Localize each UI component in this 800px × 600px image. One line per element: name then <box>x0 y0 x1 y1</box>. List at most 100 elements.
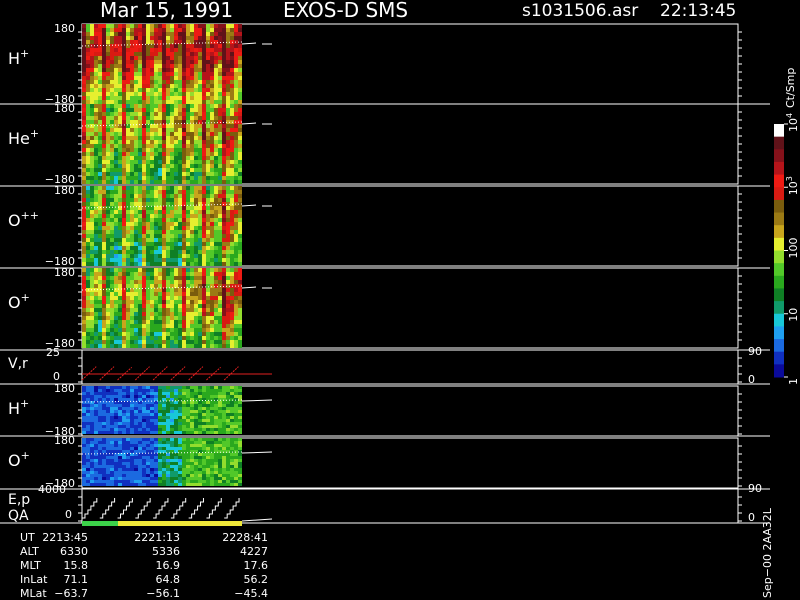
spectrogram-cell <box>122 332 126 336</box>
spectrogram-cell <box>222 344 226 348</box>
spectrogram-cell <box>186 160 190 164</box>
spectrogram-cell <box>122 230 126 234</box>
spectrogram-cell <box>86 276 90 280</box>
spectrogram-cell <box>186 144 190 148</box>
spectrogram-cell <box>134 222 138 226</box>
spectrogram-cell <box>166 226 170 230</box>
spectrogram-cell <box>182 477 186 480</box>
spectrogram-cell <box>150 108 154 112</box>
spectrogram-cell <box>90 304 94 308</box>
spectrogram-cell <box>194 132 198 136</box>
spectrogram-cell <box>210 24 214 28</box>
spectrogram-cell <box>142 60 146 64</box>
spectrogram-cell <box>82 312 86 316</box>
spectrogram-cell <box>110 64 114 68</box>
spectrogram-cell <box>234 198 238 202</box>
spectrogram-cell <box>190 296 194 300</box>
spectrogram-cell <box>218 419 222 422</box>
spectrogram-cell <box>162 160 166 164</box>
spectrogram-cell <box>118 328 122 332</box>
spectrogram-cell <box>122 416 126 419</box>
spectrogram-cell <box>98 316 102 320</box>
spectrogram-cell <box>230 262 234 266</box>
spectrogram-cell <box>158 148 162 152</box>
spectrogram-cell <box>214 431 218 434</box>
spectrogram-cell <box>146 172 150 176</box>
spectrogram-cell <box>154 144 158 148</box>
spectrogram-cell <box>178 28 182 32</box>
spectrogram-cell <box>134 480 138 483</box>
spectrogram-cell <box>174 242 178 246</box>
spectrogram-cell <box>206 471 210 474</box>
spectrogram-cell <box>142 419 146 422</box>
spectrogram-cell <box>194 474 198 477</box>
header-time: 22:13:45 <box>660 1 736 21</box>
spectrogram-cell <box>238 438 242 441</box>
spectrogram-cell <box>86 160 90 164</box>
spectrogram-cell <box>238 168 242 172</box>
spectrogram-cell <box>110 441 114 444</box>
spectrogram-cell <box>94 132 98 136</box>
spectrogram-cell <box>158 483 162 486</box>
spectrogram-cell <box>94 483 98 486</box>
spectrogram-cell <box>106 28 110 32</box>
spectrogram-cell <box>122 104 126 108</box>
colorbar-segment <box>774 225 784 239</box>
spectrogram-cell <box>154 60 158 64</box>
spectrogram-cell <box>94 56 98 60</box>
spectrogram-cell <box>102 456 106 459</box>
spectrogram-cell <box>186 407 190 410</box>
spectrogram-cell <box>146 164 150 168</box>
spectrogram-cell <box>114 160 118 164</box>
spectrogram-cell <box>202 477 206 480</box>
spectrogram-cell <box>142 450 146 453</box>
spectrogram-cell <box>94 304 98 308</box>
spectrogram-cell <box>222 416 226 419</box>
spectrogram-cell <box>206 104 210 108</box>
spectrogram-cell <box>138 124 142 128</box>
spectrogram-cell <box>238 404 242 407</box>
spectrogram-cell <box>202 44 206 48</box>
spectrogram-cell <box>178 52 182 56</box>
spectrogram-cell <box>114 447 118 450</box>
spectrogram-cell <box>238 230 242 234</box>
spectrogram-cell <box>226 210 230 214</box>
spectrogram-cell <box>218 456 222 459</box>
spectrogram-cell <box>86 36 90 40</box>
spectrogram-cell <box>142 140 146 144</box>
spectrogram-cell <box>222 214 226 218</box>
spectrogram-cell <box>102 316 106 320</box>
spectrogram-cell <box>98 198 102 202</box>
spectrogram-cell <box>110 419 114 422</box>
spectrogram-cell <box>218 116 222 120</box>
spectrogram-cell <box>154 258 158 262</box>
spectrogram-cell <box>234 124 238 128</box>
spectrogram-cell <box>230 320 234 324</box>
spectrogram-cell <box>134 292 138 296</box>
spectrogram-cell <box>114 116 118 120</box>
panel-species-label: H+ <box>8 47 29 68</box>
spectrogram-cell <box>170 108 174 112</box>
spectrogram-cell <box>134 276 138 280</box>
spectrogram-cell <box>138 80 142 84</box>
spectrogram-cell <box>234 304 238 308</box>
spectrogram-cell <box>206 210 210 214</box>
spectrogram-cell <box>186 180 190 184</box>
spectrogram-cell <box>130 312 134 316</box>
spectrogram-cell <box>210 444 214 447</box>
spectrogram-cell <box>238 24 242 28</box>
spectrogram-cell <box>214 148 218 152</box>
spectrogram-cell <box>150 64 154 68</box>
spectrogram-cell <box>202 160 206 164</box>
spectrogram-cell <box>102 292 106 296</box>
spectrogram-cell <box>210 144 214 148</box>
spectrogram-cell <box>218 422 222 425</box>
spectrogram-cell <box>182 316 186 320</box>
spectrogram-cell <box>210 64 214 68</box>
spectrogram-cell <box>222 332 226 336</box>
spectrogram-cell <box>238 92 242 96</box>
spectrogram-cell <box>202 108 206 112</box>
spectrogram-cell <box>118 280 122 284</box>
spectrogram-cell <box>186 24 190 28</box>
spectrogram-cell <box>118 336 122 340</box>
